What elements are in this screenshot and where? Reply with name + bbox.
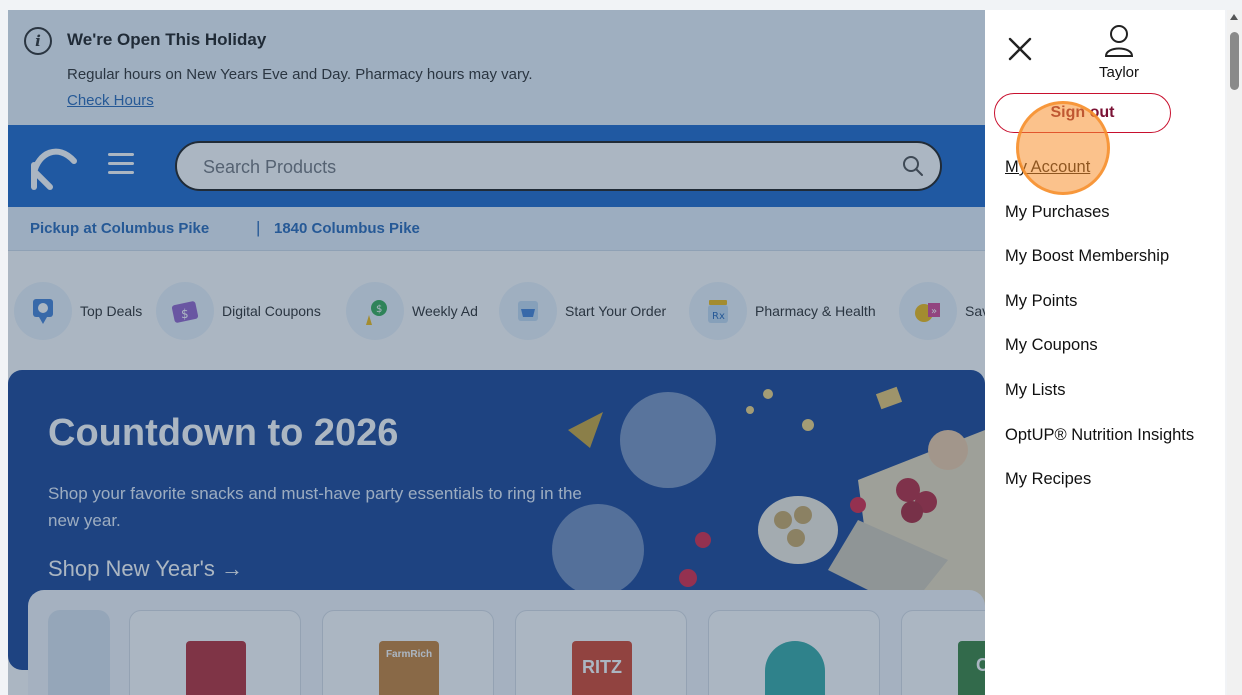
- menu-item-my-purchases[interactable]: My Purchases: [1005, 201, 1225, 246]
- username: Taylor: [1098, 64, 1139, 81]
- account-drawer: Taylor Sign out My Account My Purchases …: [985, 10, 1225, 695]
- menu-item-my-points[interactable]: My Points: [1005, 290, 1225, 335]
- modal-backdrop[interactable]: [8, 10, 985, 695]
- menu-item-optup-nutrition-insights[interactable]: OptUP® Nutrition Insights: [1005, 424, 1225, 469]
- user-icon: [1104, 25, 1134, 57]
- store-home-page: i We're Open This Holiday Regular hours …: [8, 10, 985, 695]
- scrollbar-thumb[interactable]: [1230, 32, 1239, 90]
- user-profile: Taylor: [1085, 24, 1153, 81]
- close-icon[interactable]: [1003, 32, 1037, 66]
- menu-item-my-lists[interactable]: My Lists: [1005, 379, 1225, 424]
- menu-item-my-recipes[interactable]: My Recipes: [1005, 468, 1225, 513]
- click-highlight-marker: [1016, 101, 1110, 195]
- account-menu: My Account My Purchases My Boost Members…: [1005, 156, 1225, 513]
- scroll-up-icon[interactable]: [1230, 14, 1238, 20]
- menu-item-my-boost-membership[interactable]: My Boost Membership: [1005, 245, 1225, 290]
- menu-item-my-coupons[interactable]: My Coupons: [1005, 334, 1225, 379]
- page-scrollbar[interactable]: [1227, 10, 1242, 695]
